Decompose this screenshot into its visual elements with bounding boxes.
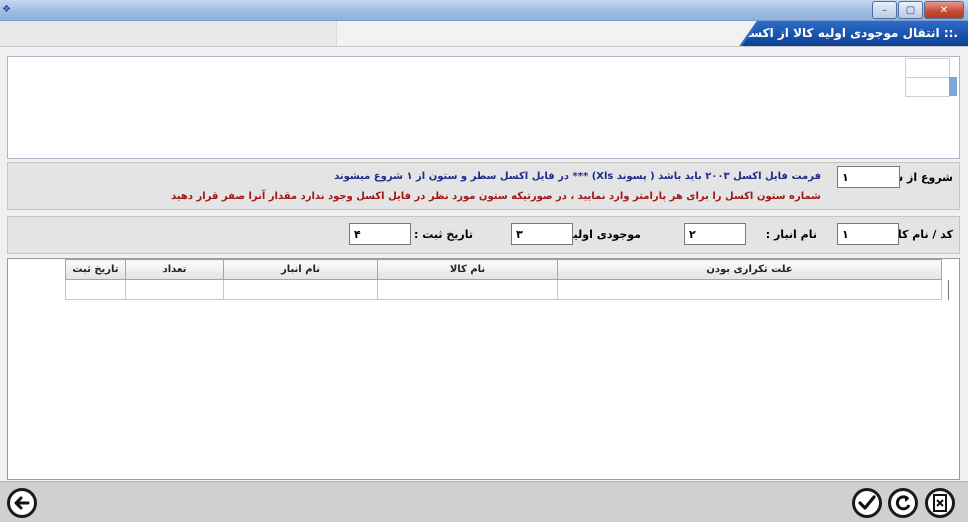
column-mapping-panel: کد / نام کالا : نام انبار : موجودی اولیه… — [7, 216, 960, 254]
window-controls: – ▢ ✕ — [871, 1, 964, 19]
window-titlebar[interactable]: ❖ – ▢ ✕ — [0, 0, 968, 21]
format-note: فرمت فایل اکسل ۲۰۰۳ باید باشد ( پسوند Xl… — [334, 171, 821, 182]
close-button[interactable]: ✕ — [924, 1, 964, 19]
header-title-band: .:: انتقال موجودی اولیه کالا از اکسل — [742, 21, 968, 46]
mini-grid-scrollbar[interactable] — [949, 77, 957, 96]
preview-panel — [7, 56, 960, 159]
footer-toolbar — [0, 481, 968, 522]
table-cell[interactable] — [223, 279, 378, 300]
minimize-button[interactable]: – — [872, 1, 897, 19]
mini-grid[interactable] — [905, 58, 950, 98]
warehouse-input[interactable] — [684, 223, 746, 245]
import-window: ❖ – ▢ ✕ .:: انتقال موجودی اولیه کالا از … — [0, 0, 968, 522]
table-cell[interactable] — [557, 279, 942, 300]
col-header-warehouse[interactable]: نام انبار — [223, 259, 378, 280]
table-cell[interactable] — [377, 279, 558, 300]
start-row-input[interactable] — [837, 166, 900, 188]
col-header-quantity[interactable]: تعداد — [125, 259, 224, 280]
mini-grid-cell[interactable] — [905, 58, 950, 78]
duplicates-table: تاریخ ثبت تعداد نام انبار نام کالا علت ت… — [65, 259, 942, 300]
page-title: .:: انتقال موجودی اولیه کالا از اکسل — [739, 26, 958, 40]
back-arrow-icon[interactable] — [7, 488, 37, 518]
confirm-check-icon[interactable] — [852, 488, 882, 518]
duplicates-grid[interactable]: تاریخ ثبت تعداد نام انبار نام کالا علت ت… — [7, 258, 960, 480]
col-header-register-date[interactable]: تاریخ ثبت — [65, 259, 126, 280]
app-icon: ❖ — [2, 4, 11, 15]
refresh-icon[interactable] — [888, 488, 918, 518]
restore-button[interactable]: ▢ — [898, 1, 923, 19]
table-header-row: تاریخ ثبت تعداد نام انبار نام کالا علت ت… — [65, 259, 942, 280]
table-cell[interactable] — [125, 279, 224, 300]
col-header-duplicate-reason[interactable]: علت تکراری بودن — [557, 259, 942, 280]
row-indicator — [948, 280, 960, 300]
page-header: .:: انتقال موجودی اولیه کالا از اکسل — [0, 21, 968, 47]
product-code-input[interactable] — [837, 223, 899, 245]
mini-grid-cell[interactable] — [905, 77, 950, 97]
header-left-panel — [0, 21, 337, 46]
columns-note: شماره ستون اکسل را برای هر پارامتر وارد … — [171, 191, 821, 202]
table-cell[interactable] — [65, 279, 126, 300]
settings-panel: شروع از سطر : فرمت فایل اکسل ۲۰۰۳ باید ب… — [7, 162, 960, 210]
register-date-input[interactable] — [349, 223, 411, 245]
initial-stock-input[interactable] — [511, 223, 573, 245]
col-header-product[interactable]: نام کالا — [377, 259, 558, 280]
excel-file-icon[interactable] — [925, 488, 955, 518]
table-row[interactable] — [65, 279, 942, 300]
warehouse-label: نام انبار : — [765, 228, 817, 241]
register-date-label: تاریخ ثبت : — [414, 228, 473, 241]
